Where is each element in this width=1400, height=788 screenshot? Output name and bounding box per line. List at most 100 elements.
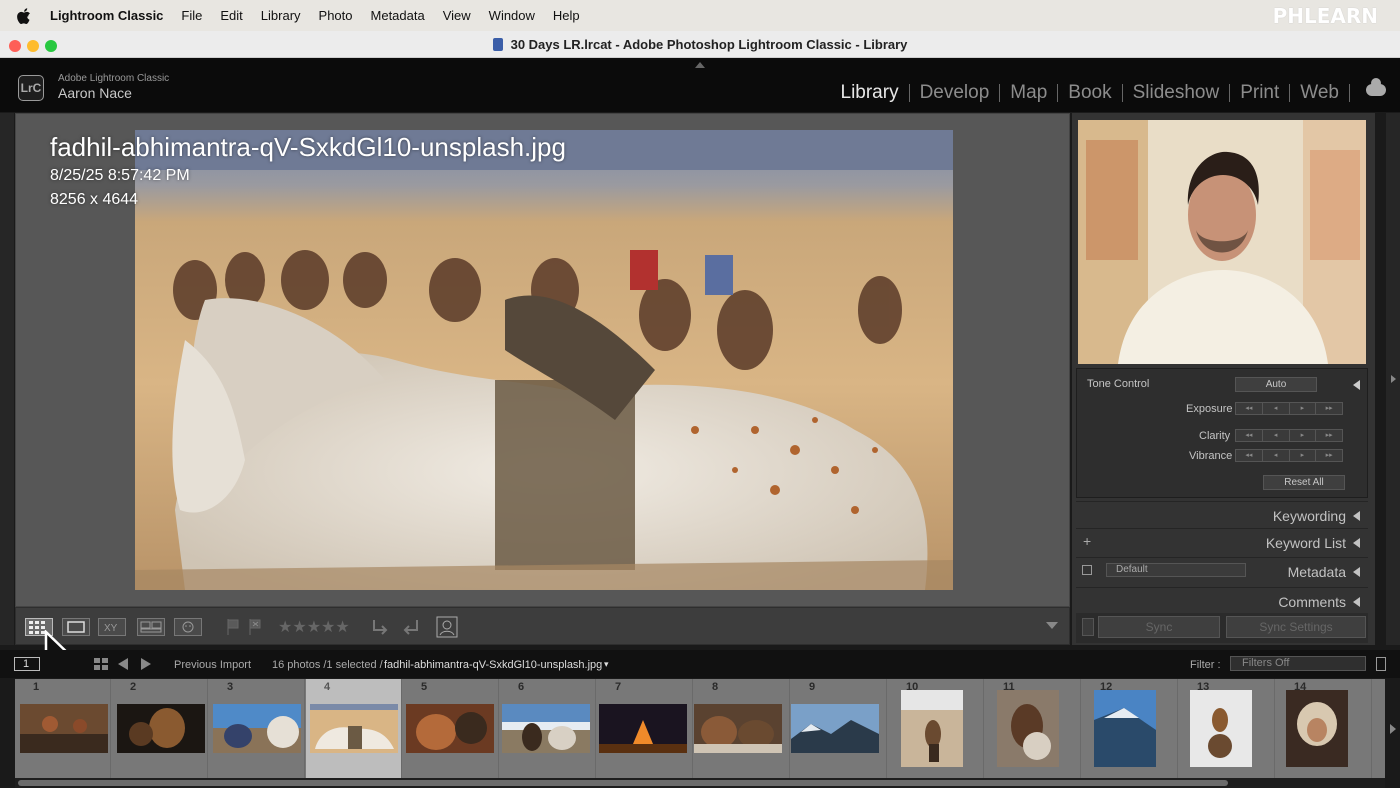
thumb-number: 6 xyxy=(518,681,525,693)
menu-file[interactable]: File xyxy=(181,8,202,23)
menu-app[interactable]: Lightroom Classic xyxy=(50,8,163,23)
back-arrow-icon[interactable] xyxy=(118,658,128,670)
reset-all-button[interactable]: Reset All xyxy=(1263,475,1345,490)
module-web[interactable]: Web xyxy=(1290,82,1349,104)
filmstrip: 1 2 3 4 5 6 7 8 9 10 11 12 13 14 xyxy=(15,679,1385,778)
user-name: Aaron Nace xyxy=(58,85,132,101)
menu-photo[interactable]: Photo xyxy=(319,8,353,23)
thumb-number: 5 xyxy=(421,681,428,693)
minimize-window-button[interactable] xyxy=(27,40,39,52)
thumb-number: 1 xyxy=(33,681,40,693)
secondary-window-button[interactable]: 1 xyxy=(14,657,40,671)
svg-text:XY: XY xyxy=(104,623,118,634)
filter-lock-icon[interactable] xyxy=(1376,657,1386,671)
toolbar-menu-chevron-down-icon[interactable] xyxy=(1046,622,1058,629)
filmstrip-thumb[interactable]: 13 xyxy=(1179,679,1275,778)
flag-icon[interactable] xyxy=(226,618,240,641)
filmstrip-thumb[interactable]: 5 xyxy=(403,679,499,778)
menu-help[interactable]: Help xyxy=(553,8,580,23)
exposure-stepper[interactable]: ◂◂ ◂ ▸ ▸▸ xyxy=(1235,402,1343,415)
filmstrip-next-icon[interactable] xyxy=(1390,724,1396,734)
star-rating-icon[interactable]: ★★★★★ xyxy=(278,617,358,641)
metadata-panel-header[interactable]: Default Metadata xyxy=(1076,557,1368,583)
rotate-left-icon[interactable] xyxy=(370,616,392,643)
thumb-number: 2 xyxy=(130,681,137,693)
sync-toggle-switch[interactable] xyxy=(1082,618,1094,636)
filmstrip-header: 1 Previous Import 16 photos /1 selected … xyxy=(0,650,1400,678)
filmstrip-thumb[interactable]: 3 xyxy=(209,679,305,778)
keyword-list-title: Keyword List xyxy=(1265,535,1346,551)
auto-tone-button[interactable]: Auto xyxy=(1235,377,1317,392)
grid-icon[interactable] xyxy=(94,658,108,673)
people-icon[interactable] xyxy=(174,618,202,636)
sync-settings-button[interactable]: Sync Settings xyxy=(1226,616,1366,638)
filter-select[interactable]: Filters Off xyxy=(1230,656,1366,671)
menu-metadata[interactable]: Metadata xyxy=(371,8,425,23)
filmstrip-thumb[interactable]: 6 xyxy=(500,679,596,778)
menu-edit[interactable]: Edit xyxy=(220,8,242,23)
metadata-preset-icon[interactable] xyxy=(1082,565,1092,575)
zoom-window-button[interactable] xyxy=(45,40,57,52)
rotate-right-icon[interactable] xyxy=(399,616,421,643)
quick-develop-panel: Tone Control Auto Exposure ◂◂ ◂ ▸ ▸▸ Clarit… xyxy=(1076,368,1368,498)
comments-panel-header[interactable]: Comments xyxy=(1076,587,1368,613)
keyword-list-panel-header[interactable]: + Keyword List xyxy=(1076,528,1368,554)
tone-control-label: Tone Control xyxy=(1087,378,1150,390)
sync-button[interactable]: Sync xyxy=(1098,616,1220,638)
current-file-name[interactable]: fadhil-abhimantra-qV-SxkdGl10-unsplash.j… xyxy=(384,659,602,671)
vibrance-stepper[interactable]: ◂◂ ◂ ▸ ▸▸ xyxy=(1235,449,1343,462)
chevron-down-icon[interactable]: ▾ xyxy=(604,659,609,670)
source-label[interactable]: Previous Import xyxy=(174,659,251,671)
filmstrip-thumb[interactable]: 10 xyxy=(888,679,984,778)
lrc-logo: LrC xyxy=(18,75,44,101)
filmstrip-thumb[interactable]: 2 xyxy=(112,679,208,778)
menu-view[interactable]: View xyxy=(443,8,471,23)
filmstrip-thumb[interactable]: 11 xyxy=(985,679,1081,778)
cloud-icon[interactable] xyxy=(1366,78,1386,96)
keywording-panel-header[interactable]: Keywording xyxy=(1076,501,1368,527)
close-window-button[interactable] xyxy=(9,40,21,52)
filmstrip-scroll-thumb[interactable] xyxy=(18,780,1228,786)
survey-icon[interactable] xyxy=(137,618,165,636)
compare-icon[interactable]: XY xyxy=(98,618,126,636)
right-panel-edge[interactable] xyxy=(1386,113,1400,645)
apple-icon[interactable] xyxy=(14,6,34,26)
clarity-label: Clarity xyxy=(1199,430,1231,442)
module-develop[interactable]: Develop xyxy=(910,82,1000,104)
filmstrip-thumb[interactable]: 12 xyxy=(1082,679,1178,778)
filmstrip-thumb-selected[interactable]: 4 xyxy=(306,679,402,778)
module-print[interactable]: Print xyxy=(1230,82,1289,104)
crop-icon[interactable] xyxy=(434,614,460,645)
collapse-triangle-icon[interactable] xyxy=(1353,380,1360,390)
module-slideshow[interactable]: Slideshow xyxy=(1123,82,1230,104)
reject-flag-icon[interactable] xyxy=(248,618,262,641)
module-map[interactable]: Map xyxy=(1000,82,1057,104)
right-panel-expand-icon[interactable] xyxy=(1391,375,1396,383)
module-book[interactable]: Book xyxy=(1058,82,1121,104)
clarity-stepper[interactable]: ◂◂ ◂ ▸ ▸▸ xyxy=(1235,429,1343,442)
svg-text:★★★★★: ★★★★★ xyxy=(278,618,350,636)
menu-library[interactable]: Library xyxy=(261,8,301,23)
add-keyword-icon[interactable]: + xyxy=(1083,533,1091,549)
collapse-top-panel-icon[interactable] xyxy=(695,62,705,68)
filmstrip-thumb[interactable]: 9 xyxy=(791,679,887,778)
filmstrip-thumb[interactable]: 1 xyxy=(15,679,111,778)
forward-arrow-icon[interactable] xyxy=(141,658,151,670)
photo-count: 16 photos /1 selected / xyxy=(272,659,383,671)
left-panel-collapsed[interactable] xyxy=(0,113,14,645)
metadata-preset-select[interactable]: Default xyxy=(1106,563,1246,577)
filmstrip-thumb[interactable]: 8 xyxy=(694,679,790,778)
main-photo[interactable] xyxy=(135,130,953,590)
thumb-number: 8 xyxy=(712,681,719,693)
library-toolbar: XY ★★★★★ xyxy=(15,607,1070,645)
metadata-title: Metadata xyxy=(1287,564,1346,580)
filmstrip-thumb[interactable]: 7 xyxy=(597,679,693,778)
menu-window[interactable]: Window xyxy=(489,8,535,23)
expand-triangle-icon xyxy=(1353,567,1360,577)
macos-menubar: Lightroom Classic File Edit Library Phot… xyxy=(0,0,1400,31)
module-library[interactable]: Library xyxy=(831,82,909,104)
loupe-view: fadhil-abhimantra-qV-SxkdGl10-unsplash.j… xyxy=(15,113,1070,607)
filmstrip-thumb[interactable]: 14 xyxy=(1276,679,1372,778)
module-separator xyxy=(1349,84,1350,102)
vibrance-label: Vibrance xyxy=(1189,450,1233,462)
